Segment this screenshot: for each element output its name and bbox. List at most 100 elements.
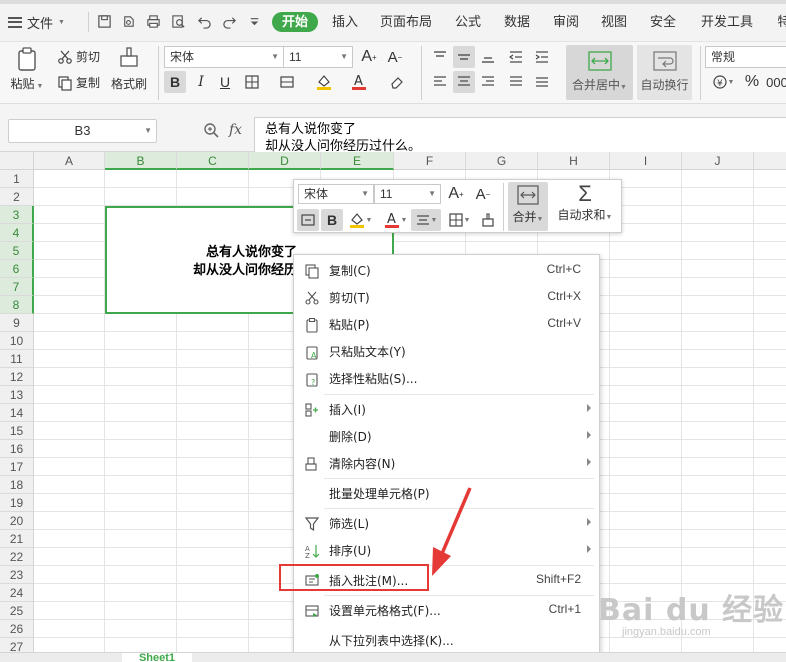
row-header-5[interactable]: 5 (0, 242, 34, 260)
align-middle-icon[interactable] (453, 46, 475, 68)
row-header-23[interactable]: 23 (0, 566, 34, 584)
row-header-7[interactable]: 7 (0, 278, 34, 296)
menu-item-format-cells[interactable]: 设置单元格格式(F)... Ctrl+1 (294, 597, 599, 624)
tab-security[interactable]: 安全 (649, 12, 677, 32)
mini-borders-icon[interactable]: ▼ (445, 209, 473, 231)
increase-font-icon[interactable]: A + (358, 46, 380, 68)
row-header-2[interactable]: 2 (0, 188, 34, 206)
insert-function-icon[interactable]: fx (229, 122, 242, 138)
fill-color-icon[interactable] (313, 71, 335, 93)
bold-button[interactable]: B (164, 71, 186, 93)
menu-item-paste-special[interactable]: ? 选择性粘贴(S)... (294, 365, 599, 392)
column-header-g[interactable]: G (466, 152, 538, 170)
borders-icon[interactable] (241, 71, 263, 93)
currency-icon[interactable]: ¥ ▼ (708, 71, 738, 93)
menu-item-batch-process[interactable]: 批量处理单元格(P) (294, 480, 599, 507)
row-header-4[interactable]: 4 (0, 224, 34, 242)
tab-insert[interactable]: 插入 (331, 12, 359, 32)
column-header-h[interactable]: H (538, 152, 610, 170)
row-header-21[interactable]: 21 (0, 530, 34, 548)
row-header-20[interactable]: 20 (0, 512, 34, 530)
mini-decrease-font-icon[interactable]: A − (472, 183, 494, 205)
column-header-b[interactable]: B (105, 152, 177, 170)
mini-font-name-select[interactable]: 宋体 ▼ (298, 184, 374, 204)
mini-format-painter-icon[interactable] (477, 209, 499, 231)
export-icon[interactable] (120, 13, 136, 29)
align-left-icon[interactable] (429, 71, 451, 93)
tab-view[interactable]: 视图 (600, 12, 628, 32)
menu-item-clear-contents[interactable]: 清除内容(N) (294, 450, 599, 477)
row-header-6[interactable]: 6 (0, 260, 34, 278)
tab-formulas[interactable]: 公式 (454, 12, 482, 32)
row-header-26[interactable]: 26 (0, 620, 34, 638)
tab-home[interactable]: 开始 (272, 12, 319, 32)
mini-fill-color-icon[interactable]: ▼ (345, 209, 375, 231)
row-header-22[interactable]: 22 (0, 548, 34, 566)
tab-data[interactable]: 数据 (503, 12, 531, 32)
undo-icon[interactable] (196, 13, 212, 29)
font-color-icon[interactable]: A (348, 71, 370, 93)
row-header-1[interactable]: 1 (0, 170, 34, 188)
format-painter-button[interactable]: 格式刷 (108, 46, 150, 92)
select-all-corner[interactable] (0, 152, 34, 170)
file-menu[interactable]: 文件 ▼ (8, 12, 65, 32)
menu-item-insert[interactable]: 插入(I) (294, 396, 599, 423)
align-top-icon[interactable] (429, 46, 451, 68)
menu-item-cut[interactable]: 剪切(T) Ctrl+X (294, 284, 599, 311)
column-header-c[interactable]: C (177, 152, 249, 170)
column-header-d[interactable]: D (249, 152, 321, 170)
paste-button[interactable]: 粘贴 ▼ (8, 46, 46, 92)
menu-item-filter[interactable]: 筛选(L) (294, 510, 599, 537)
font-name-select[interactable]: 宋体 ▼ (164, 46, 284, 68)
zoom-icon[interactable] (203, 122, 219, 138)
row-header-17[interactable]: 17 (0, 458, 34, 476)
eraser-icon[interactable] (386, 71, 408, 93)
mini-merge-icon[interactable] (297, 209, 319, 231)
row-header-24[interactable]: 24 (0, 584, 34, 602)
row-header-3[interactable]: 3 (0, 206, 34, 224)
formula-input[interactable]: 总有人说你变了 却从没人问你经历过什么。 (254, 117, 786, 157)
tab-developer[interactable]: 开发工具 (700, 12, 754, 32)
tab-page-layout[interactable]: 页面布局 (380, 12, 432, 32)
mini-merge-button[interactable]: 合并▼ (508, 182, 548, 231)
print-icon[interactable] (145, 13, 161, 29)
align-right-icon[interactable] (477, 71, 499, 93)
sheet-tab-sheet1[interactable]: Sheet1 (122, 653, 192, 662)
tab-more[interactable]: 特 (776, 12, 786, 32)
distributed-align-icon[interactable] (531, 71, 553, 93)
column-header-e[interactable]: E (321, 152, 394, 170)
name-box[interactable]: B3 ▼ (8, 119, 157, 143)
row-header-11[interactable]: 11 (0, 350, 34, 368)
merge-center-button[interactable]: 合并居中▼ (566, 45, 633, 100)
percent-button[interactable]: % (741, 71, 763, 93)
mini-align-center-icon[interactable]: ▼ (411, 209, 441, 231)
justify-icon[interactable] (505, 71, 527, 93)
mini-font-size-select[interactable]: 11 ▼ (374, 184, 441, 204)
menu-item-sort[interactable]: AZ 排序(U) (294, 537, 599, 564)
row-header-13[interactable]: 13 (0, 386, 34, 404)
row-header-12[interactable]: 12 (0, 368, 34, 386)
save-icon[interactable] (96, 13, 112, 29)
menu-item-pick-from-list[interactable]: 从下拉列表中选择(K)... (294, 627, 599, 654)
row-header-8[interactable]: 8 (0, 296, 34, 314)
print-preview-icon[interactable] (170, 13, 186, 29)
copy-button[interactable]: 复制 (57, 74, 100, 91)
mini-increase-font-icon[interactable]: A + (445, 183, 467, 205)
row-header-18[interactable]: 18 (0, 476, 34, 494)
align-bottom-icon[interactable] (477, 46, 499, 68)
mini-bold-button[interactable]: B (321, 209, 343, 231)
row-header-16[interactable]: 16 (0, 440, 34, 458)
column-header-f[interactable]: F (394, 152, 466, 170)
cell-style-icon[interactable] (276, 71, 298, 93)
underline-button[interactable]: U (214, 71, 236, 93)
mini-font-color-icon[interactable]: A ▼ (380, 209, 410, 231)
align-center-icon[interactable] (453, 71, 475, 93)
row-header-25[interactable]: 25 (0, 602, 34, 620)
menu-item-paste-text-only[interactable]: A 只粘贴文本(Y) (294, 338, 599, 365)
number-format-select[interactable]: 常规 (705, 46, 786, 68)
row-header-14[interactable]: 14 (0, 404, 34, 422)
autosum-button[interactable]: Σ 自动求和▼ (554, 182, 616, 231)
row-header-10[interactable]: 10 (0, 332, 34, 350)
column-header-i[interactable]: I (610, 152, 682, 170)
column-header-j[interactable]: J (682, 152, 754, 170)
